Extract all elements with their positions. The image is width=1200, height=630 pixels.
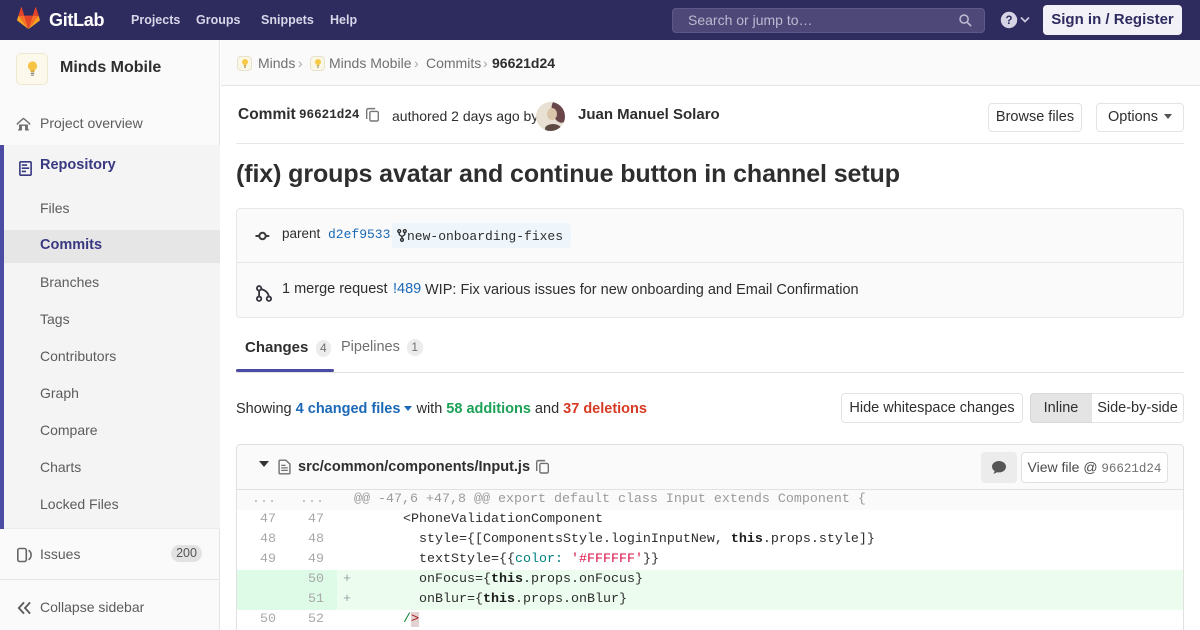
svg-text:?: ? [1005,15,1012,27]
